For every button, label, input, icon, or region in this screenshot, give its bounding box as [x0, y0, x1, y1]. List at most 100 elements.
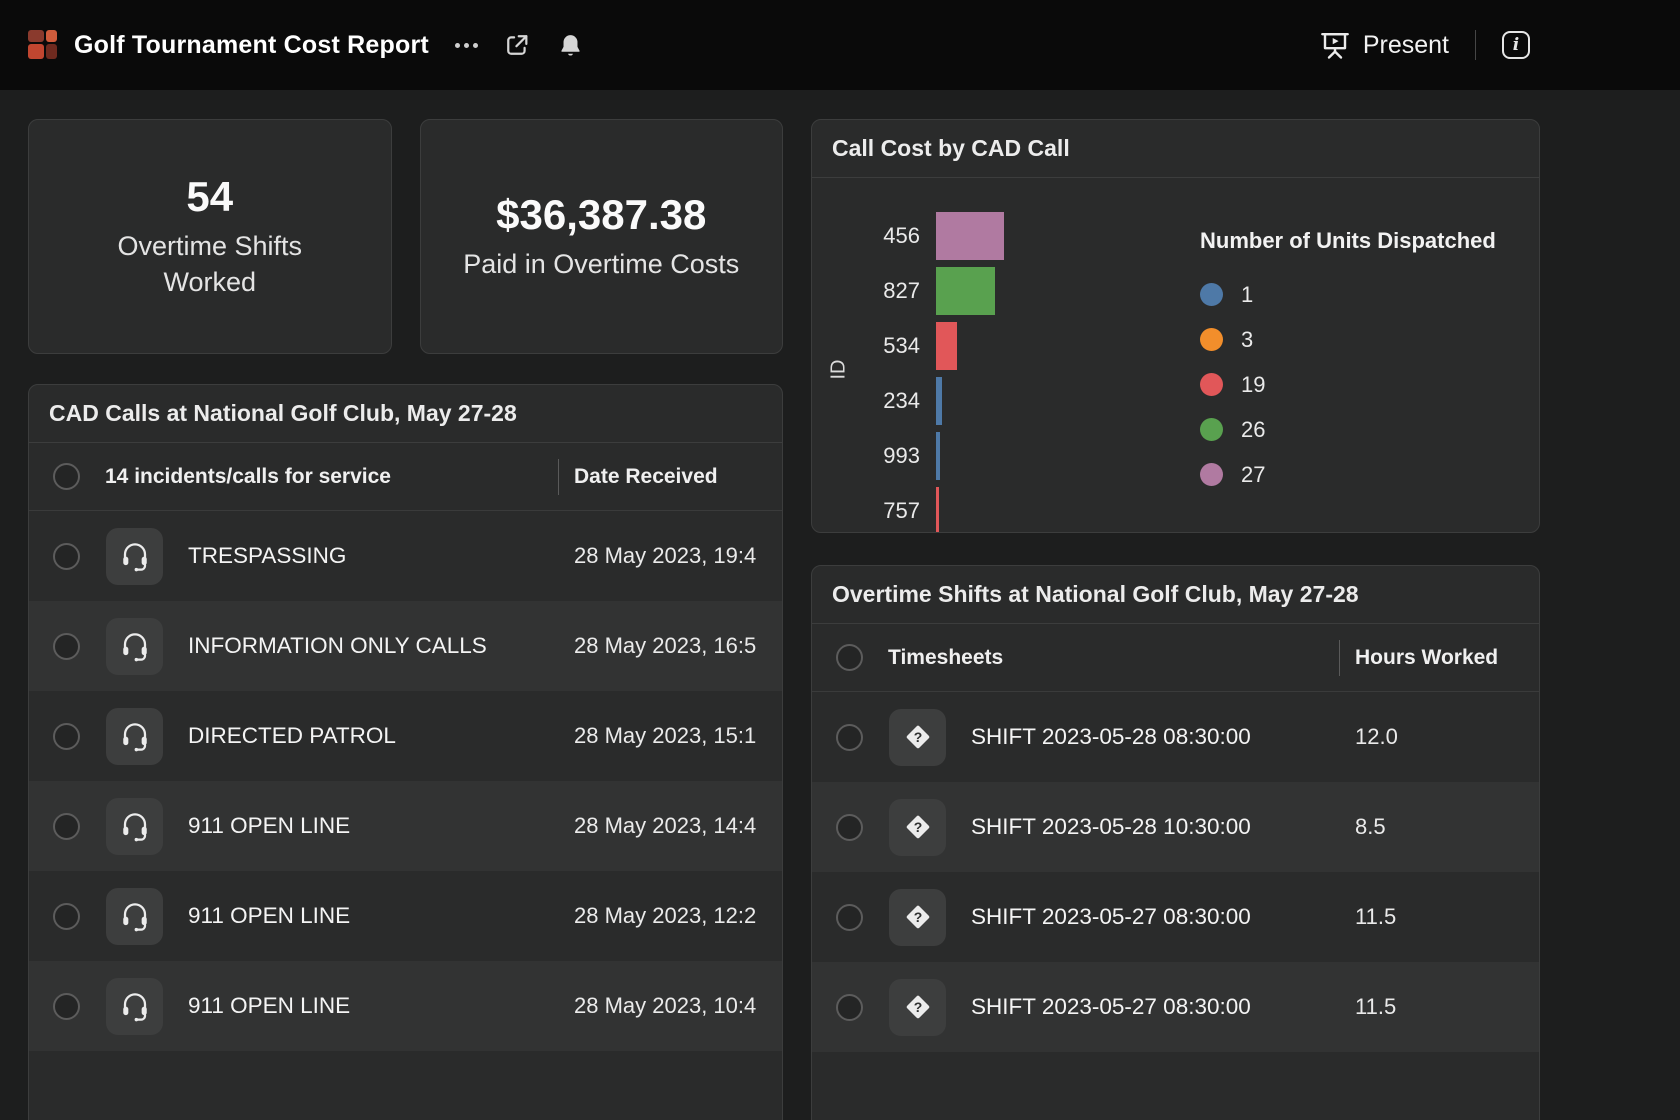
chart-bar-row: 757: [852, 483, 1192, 533]
cad-table-header: 14 incidents/calls for service Date Rece…: [29, 443, 782, 511]
chart-bar-row: 827: [852, 263, 1192, 318]
legend-items: 1 3 19 26 27: [1200, 272, 1515, 497]
stat-cards-row: 54 Overtime Shifts Worked $36,387.38 Pai…: [28, 119, 783, 354]
cad-table-row[interactable]: DIRECTED PATROL 28 May 2023, 15:1: [29, 691, 782, 781]
cad-table-row[interactable]: TRESPASSING 28 May 2023, 19:4: [29, 511, 782, 601]
header-divider: [1475, 30, 1476, 60]
row-checkbox[interactable]: [53, 813, 80, 840]
legend-item[interactable]: 1: [1200, 272, 1515, 317]
chart-bar[interactable]: [936, 212, 1004, 260]
chart-bar-row: 993: [852, 428, 1192, 483]
chart-bar[interactable]: [936, 322, 957, 370]
overtime-costs-label: Paid in Overtime Costs: [461, 247, 741, 283]
legend-label: 26: [1241, 417, 1265, 443]
shift-name: SHIFT 2023-05-27 08:30:00: [971, 994, 1339, 1020]
shift-table-row[interactable]: ? SHIFT 2023-05-27 08:30:00 11.5: [812, 872, 1539, 962]
present-button[interactable]: Present: [1319, 29, 1449, 61]
chart-bar[interactable]: [936, 377, 942, 425]
svg-text:?: ?: [913, 999, 922, 1015]
legend-dot: [1200, 373, 1223, 396]
cad-call-type: TRESPASSING: [188, 543, 558, 569]
legend-dot: [1200, 418, 1223, 441]
call-cost-chart-card: Call Cost by CAD Call ID 456 827 534 234…: [811, 119, 1540, 533]
headset-icon: [106, 798, 163, 855]
top-bar: Golf Tournament Cost Report: [0, 0, 1680, 90]
cad-call-date: 28 May 2023, 14:4: [558, 781, 782, 871]
shift-hours: 8.5: [1339, 782, 1539, 872]
shift-hours: 12.0: [1339, 692, 1539, 782]
timesheet-diamond-icon: ?: [889, 709, 946, 766]
shift-name: SHIFT 2023-05-27 08:30:00: [971, 904, 1339, 930]
row-checkbox[interactable]: [836, 904, 863, 931]
row-checkbox[interactable]: [53, 903, 80, 930]
left-column: 54 Overtime Shifts Worked $36,387.38 Pai…: [28, 119, 783, 1120]
legend-label: 19: [1241, 372, 1265, 398]
chart-bar[interactable]: [936, 432, 940, 480]
cad-table-body: TRESPASSING 28 May 2023, 19:4 INFORMATIO…: [29, 511, 782, 1051]
shift-hours: 11.5: [1339, 962, 1539, 1052]
more-options-icon[interactable]: [451, 29, 483, 61]
chart-bar[interactable]: [936, 267, 995, 315]
legend-dot: [1200, 463, 1223, 486]
row-checkbox[interactable]: [53, 633, 80, 660]
overtime-shifts-card-title: Overtime Shifts at National Golf Club, M…: [812, 566, 1539, 624]
legend-item[interactable]: 3: [1200, 317, 1515, 362]
headset-icon: [106, 708, 163, 765]
info-icon[interactable]: i: [1502, 31, 1530, 59]
timesheet-diamond-icon: ?: [889, 979, 946, 1036]
cad-call-type: INFORMATION ONLY CALLS: [188, 633, 558, 659]
bar-tick-label: 827: [852, 278, 936, 304]
cad-call-date: 28 May 2023, 16:5: [558, 601, 782, 691]
legend-label: 1: [1241, 282, 1253, 308]
headset-icon: [106, 528, 163, 585]
cad-call-date: 28 May 2023, 15:1: [558, 691, 782, 781]
row-checkbox[interactable]: [836, 814, 863, 841]
cad-call-date: 28 May 2023, 12:2: [558, 871, 782, 961]
svg-text:?: ?: [913, 729, 922, 745]
legend-item[interactable]: 27: [1200, 452, 1515, 497]
chart-bar[interactable]: [936, 487, 939, 534]
shifts-table-header: Timesheets Hours Worked: [812, 624, 1539, 692]
row-checkbox[interactable]: [836, 724, 863, 751]
shift-table-row[interactable]: ? SHIFT 2023-05-27 08:30:00 11.5: [812, 962, 1539, 1052]
report-title: Golf Tournament Cost Report: [74, 31, 429, 60]
cad-table-row[interactable]: 911 OPEN LINE 28 May 2023, 14:4: [29, 781, 782, 871]
stat-card-overtime-costs: $36,387.38 Paid in Overtime Costs: [420, 119, 784, 354]
share-icon[interactable]: [501, 29, 533, 61]
shift-table-row[interactable]: ? SHIFT 2023-05-28 10:30:00 8.5: [812, 782, 1539, 872]
overtime-shifts-card: Overtime Shifts at National Golf Club, M…: [811, 565, 1540, 1120]
right-column: Call Cost by CAD Call ID 456 827 534 234…: [811, 119, 1540, 1120]
row-checkbox[interactable]: [53, 993, 80, 1020]
legend-item[interactable]: 19: [1200, 362, 1515, 407]
select-all-checkbox[interactable]: [53, 463, 80, 490]
hours-worked-header[interactable]: Hours Worked: [1339, 624, 1539, 691]
cad-call-type: DIRECTED PATROL: [188, 723, 558, 749]
shift-name: SHIFT 2023-05-28 10:30:00: [971, 814, 1339, 840]
row-checkbox[interactable]: [53, 543, 80, 570]
bar-chart: 456 827 534 234 993 757: [852, 208, 1192, 533]
row-checkbox[interactable]: [53, 723, 80, 750]
select-all-checkbox[interactable]: [836, 644, 863, 671]
cad-table-row[interactable]: 911 OPEN LINE 28 May 2023, 12:2: [29, 871, 782, 961]
stat-card-overtime-shifts: 54 Overtime Shifts Worked: [28, 119, 392, 354]
chart-bar-row: 456: [852, 208, 1192, 263]
cad-table-row[interactable]: INFORMATION ONLY CALLS 28 May 2023, 16:5: [29, 601, 782, 691]
chart-bar-row: 534: [852, 318, 1192, 373]
timesheet-diamond-icon: ?: [889, 889, 946, 946]
timesheets-header: Timesheets: [888, 646, 1339, 670]
cad-table-row[interactable]: 911 OPEN LINE 28 May 2023, 10:4: [29, 961, 782, 1051]
legend-item[interactable]: 26: [1200, 407, 1515, 452]
present-icon: [1319, 29, 1351, 61]
shift-table-row[interactable]: ? SHIFT 2023-05-28 08:30:00 12.0: [812, 692, 1539, 782]
svg-text:?: ?: [913, 819, 922, 835]
notifications-bell-icon[interactable]: [555, 29, 587, 61]
y-axis-title: ID: [826, 208, 852, 533]
incident-count-header: 14 incidents/calls for service: [105, 465, 558, 489]
cad-calls-card: CAD Calls at National Golf Club, May 27-…: [28, 384, 783, 1120]
chart-area: ID 456 827 534 234 993 757 Number of Uni…: [812, 178, 1539, 533]
row-checkbox[interactable]: [836, 994, 863, 1021]
cad-call-date: 28 May 2023, 19:4: [558, 511, 782, 601]
bar-tick-label: 757: [852, 498, 936, 524]
date-received-header[interactable]: Date Received: [558, 443, 782, 510]
legend-dot: [1200, 328, 1223, 351]
